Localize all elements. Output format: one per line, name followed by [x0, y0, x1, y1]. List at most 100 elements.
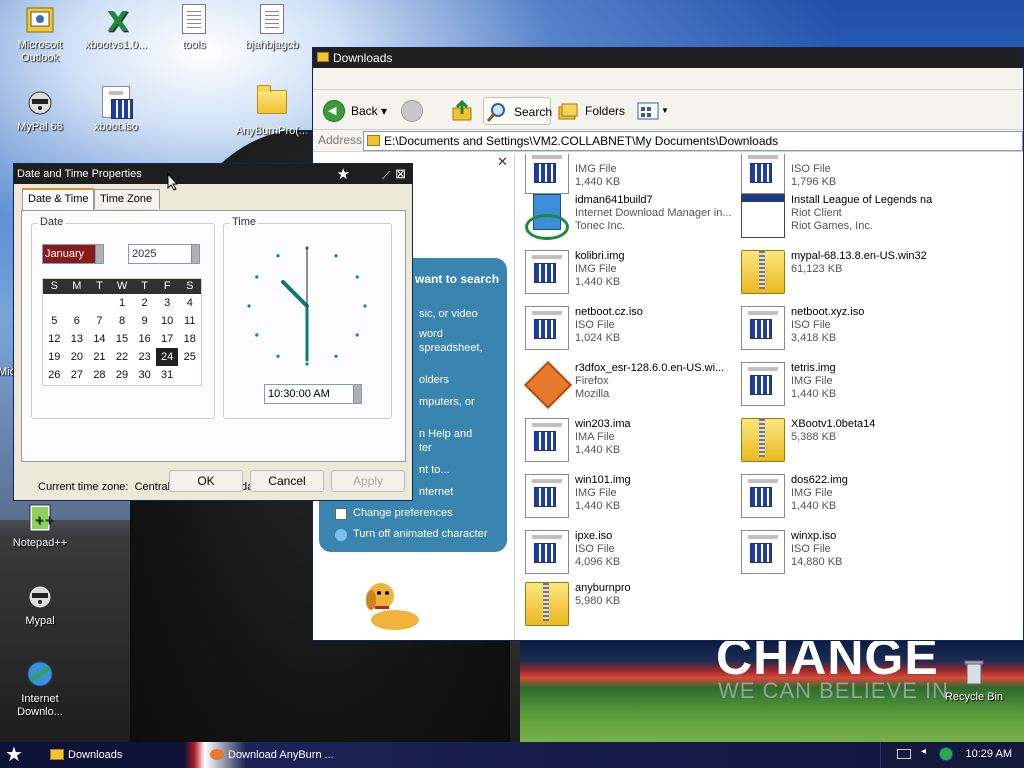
ok-button[interactable]: OK: [169, 470, 243, 492]
file-type: IMG File: [791, 487, 833, 499]
desktop-icon-internet-download[interactable]: Internet Downlo...: [0, 658, 80, 719]
calendar-day[interactable]: 18: [178, 330, 201, 348]
time-stepper[interactable]: 10:30:00 AM: [264, 384, 362, 404]
file-item[interactable]: winxp.iso ISO File 14,880 KB: [737, 526, 947, 578]
calendar-day[interactable]: 12: [43, 330, 66, 348]
taskbar-clock[interactable]: 10:29 AM: [966, 748, 1012, 760]
calendar-day[interactable]: 21: [88, 348, 111, 366]
date-time-dialog[interactable]: Date and Time Properties ★ ⟋ ⊠ Date & Ti…: [13, 163, 413, 501]
file-item[interactable]: r3dfox_esr-128.6.0.en-US.wi... Firefox Moz…: [521, 358, 731, 410]
forward-button[interactable]: [399, 97, 433, 125]
help-icon[interactable]: ⟋: [382, 166, 390, 186]
calendar-day[interactable]: 19: [43, 348, 66, 366]
back-button[interactable]: Back ▾: [321, 97, 387, 125]
calendar-day[interactable]: 10: [156, 312, 179, 330]
address-field[interactable]: E:\Documents and Settings\VM2.COLLABNET\…: [363, 131, 1023, 151]
calendar-day[interactable]: 25: [178, 348, 201, 366]
calendar-day[interactable]: 15: [111, 330, 134, 348]
taskbar-item-anyburn[interactable]: Download AnyBurn ...: [208, 745, 358, 765]
desktop-icon-recycle-bin[interactable]: Recycle Bin: [934, 656, 1014, 704]
month-select[interactable]: January: [42, 244, 104, 264]
tab-time-zone[interactable]: Time Zone: [94, 189, 160, 209]
tab-date-time[interactable]: Date & Time: [22, 188, 94, 210]
search-option-documents[interactable]: word: [419, 328, 443, 340]
calendar-day[interactable]: 13: [66, 330, 89, 348]
calendar-day[interactable]: 7: [88, 312, 111, 330]
calendar-day[interactable]: 24: [155, 348, 179, 366]
file-item[interactable]: netboot.cz.iso ISO File 1,024 KB: [521, 302, 731, 354]
dialog-titlebar[interactable]: Date and Time Properties ★ ⟋ ⊠: [14, 164, 412, 184]
calendar-day[interactable]: 31: [156, 366, 179, 384]
file-item[interactable]: Install League of Legends na Riot Client R…: [737, 190, 947, 242]
desktop-icon-tools[interactable]: tools: [154, 4, 234, 52]
apply-button[interactable]: Apply: [331, 470, 405, 492]
explorer-titlebar[interactable]: Downloads: [313, 48, 1023, 68]
calendar-day[interactable]: 28: [88, 366, 111, 384]
search-option-computers[interactable]: mputers, or: [419, 396, 475, 408]
search-option-want-to[interactable]: nt to...: [419, 464, 450, 476]
calendar-day[interactable]: 8: [111, 312, 134, 330]
calendar-day[interactable]: 4: [178, 294, 201, 312]
time-spin-icon[interactable]: [353, 385, 361, 403]
change-preferences-link[interactable]: Change preferences: [353, 507, 453, 519]
calendar-day[interactable]: 27: [66, 366, 89, 384]
calendar-day[interactable]: 16: [133, 330, 156, 348]
file-item[interactable]: mypal-68.13.8.en-US.win32 61,123 KB: [737, 246, 947, 298]
file-item[interactable]: idman641build7 Internet Download Manager …: [521, 190, 732, 242]
calendar-day[interactable]: 5: [43, 312, 66, 330]
close-pane-icon[interactable]: ✕: [497, 155, 509, 168]
desktop-icon-mypal68[interactable]: MyPal 68: [0, 86, 80, 134]
file-item[interactable]: ipxe.iso ISO File 4,096 KB: [521, 526, 731, 578]
search-button[interactable]: Search: [483, 97, 552, 125]
calendar-day[interactable]: 22: [111, 348, 134, 366]
explorer-window[interactable]: Downloads Back ▾ Search Folders ▼ Addres…: [312, 47, 1024, 641]
desktop-icon-anyburnpro[interactable]: AnyBurnPro(...: [232, 85, 312, 138]
calendar-day[interactable]: 6: [66, 312, 89, 330]
desktop-icon-xbootvs[interactable]: X xbootvs1.0...: [76, 4, 156, 52]
file-item[interactable]: netboot.xyz.iso ISO File 3,418 KB: [737, 302, 947, 354]
folders-button[interactable]: Folders: [555, 97, 625, 125]
file-item[interactable]: anyburnpro 5,980 KB: [521, 578, 731, 630]
calendar-day[interactable]: 30: [133, 366, 156, 384]
turn-off-character-link[interactable]: Turn off animated character: [353, 528, 488, 540]
cancel-button[interactable]: Cancel: [250, 470, 324, 492]
year-stepper[interactable]: 2025: [128, 244, 200, 264]
desktop-icon-bjahbjagcb[interactable]: bjahbjagcb: [232, 4, 312, 52]
search-option-internet[interactable]: nternet: [419, 486, 453, 498]
taskbar-item-downloads[interactable]: Downloads: [48, 745, 198, 765]
calendar-day[interactable]: 26: [43, 366, 66, 384]
calendar-day[interactable]: 23: [133, 348, 156, 366]
search-option-files-folders[interactable]: olders: [419, 374, 449, 386]
file-item[interactable]: win203.ima IMA File 1,440 KB: [521, 414, 731, 466]
calendar-day[interactable]: 20: [66, 348, 89, 366]
search-option-media[interactable]: sic, or video: [419, 308, 478, 320]
month-dropdown-icon[interactable]: [95, 245, 103, 263]
calendar-day[interactable]: 17: [156, 330, 179, 348]
file-item[interactable]: XBootv1.0beta14 5,388 KB: [737, 414, 947, 466]
calendar-day[interactable]: 3: [156, 294, 179, 312]
desktop-icon-outlook[interactable]: Microsoft Outlook: [0, 4, 80, 65]
calendar-day[interactable]: 11: [178, 312, 201, 330]
file-item[interactable]: tetris.img IMG File 1,440 KB: [737, 358, 947, 410]
calendar-day[interactable]: 9: [133, 312, 156, 330]
search-option-help[interactable]: n Help and: [419, 428, 472, 440]
calendar-day[interactable]: 2: [133, 294, 156, 312]
year-spin-icon[interactable]: [191, 245, 199, 263]
start-button[interactable]: ★: [5, 744, 29, 766]
calendar-day[interactable]: 1: [111, 294, 134, 312]
close-icon[interactable]: ⊠: [395, 164, 406, 184]
desktop-icon-xboot-iso[interactable]: xboot.iso: [76, 86, 156, 134]
calendar-day[interactable]: 29: [111, 366, 134, 384]
up-folder-button[interactable]: [449, 97, 479, 125]
search-dog-icon[interactable]: [359, 578, 429, 638]
file-item[interactable]: win101.img IMG File 1,440 KB: [521, 470, 731, 522]
calendar-day[interactable]: 14: [88, 330, 111, 348]
network-icon[interactable]: [939, 747, 953, 761]
speaker-icon[interactable]: ◂: [921, 746, 926, 757]
file-item[interactable]: dos622.img IMG File 1,440 KB: [737, 470, 947, 522]
keyboard-icon[interactable]: [897, 749, 911, 759]
desktop-icon-mypal[interactable]: Mypal: [0, 580, 80, 628]
file-item[interactable]: kolibri.img IMG File 1,440 KB: [521, 246, 731, 298]
desktop-icon-notepadpp[interactable]: ++ Notepad++: [0, 502, 80, 550]
views-button[interactable]: ▼: [635, 97, 669, 125]
